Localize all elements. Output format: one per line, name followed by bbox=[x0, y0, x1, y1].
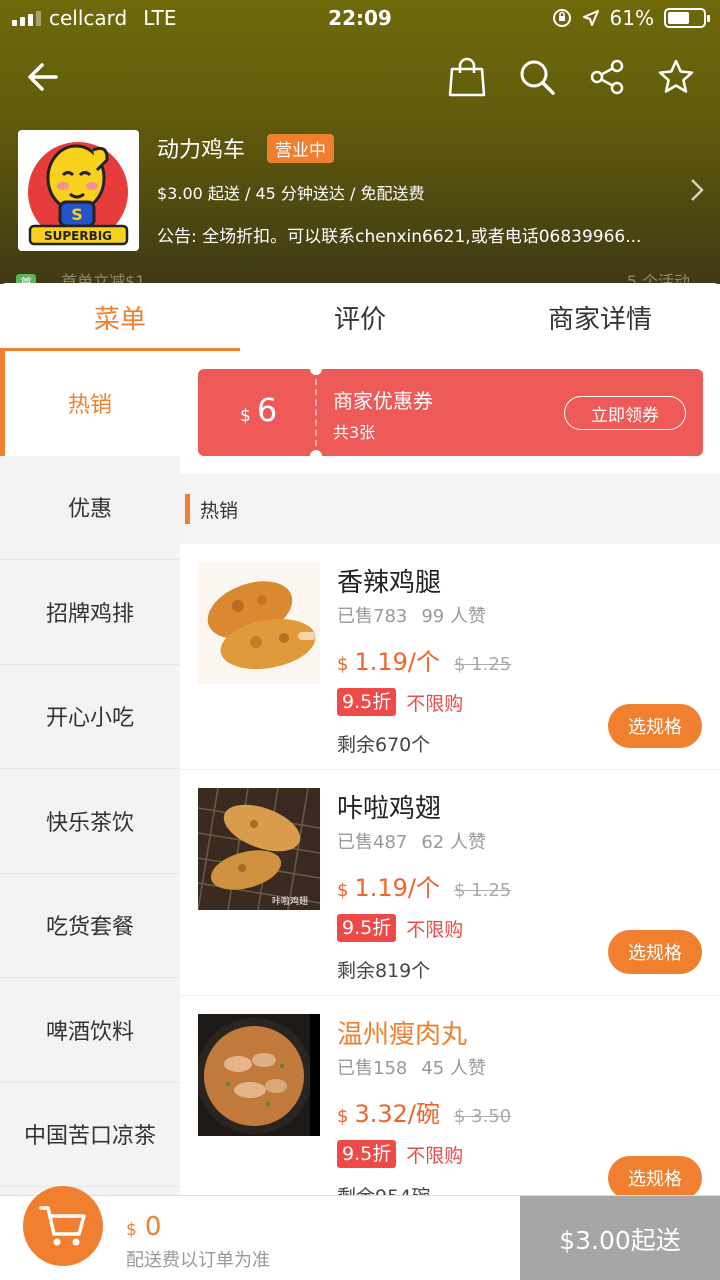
chevron-right-icon[interactable] bbox=[690, 178, 704, 202]
category-item-herbal-tea[interactable]: 中国苦口凉茶 bbox=[0, 1083, 180, 1187]
claim-coupon-button[interactable]: 立即领券 bbox=[564, 396, 686, 430]
tab-reviews[interactable]: 评价 bbox=[240, 283, 480, 351]
category-item-hot[interactable]: 热销 bbox=[0, 351, 180, 456]
cart-button[interactable] bbox=[23, 1186, 103, 1266]
minimum-order-button[interactable]: $3.00起送 bbox=[520, 1196, 720, 1280]
cart-bag-button[interactable] bbox=[442, 52, 492, 102]
cart-icon bbox=[39, 1206, 86, 1246]
shop-name: 动力鸡车 bbox=[157, 138, 246, 163]
shop-notice: 公告: 全场折扣。可以联系chenxin6621,或者电话06839966... bbox=[157, 227, 642, 247]
category-item-discount[interactable]: 优惠 bbox=[0, 456, 180, 560]
share-button[interactable] bbox=[582, 52, 632, 102]
coupon-count: 共3张 bbox=[333, 423, 376, 442]
category-item-combo-meals[interactable]: 吃货套餐 bbox=[0, 874, 180, 978]
purchase-limit: 不限购 bbox=[406, 918, 464, 941]
discount-badge: 9.5折 bbox=[337, 914, 397, 942]
back-button[interactable] bbox=[18, 52, 68, 102]
shop-coupon[interactable]: $ 6 商家优惠券 共3张 立即领券 bbox=[198, 363, 703, 462]
product-image[interactable] bbox=[198, 1014, 320, 1136]
product-name: 香辣鸡腿 bbox=[337, 568, 442, 598]
category-item-snacks[interactable]: 开心小吃 bbox=[0, 665, 180, 769]
share-icon bbox=[590, 59, 624, 95]
product-image[interactable] bbox=[198, 562, 320, 684]
section-title: 热销 bbox=[200, 499, 239, 522]
status-bar: cellcard LTE 22:09 61% bbox=[0, 0, 720, 38]
search-button[interactable] bbox=[512, 52, 562, 102]
product-image[interactable]: 咔啦鸡翅 bbox=[198, 788, 320, 910]
product-stats: 已售158 45 人赞 bbox=[337, 1058, 486, 1079]
status-badge: 营业中 bbox=[267, 134, 334, 163]
purchase-limit: 不限购 bbox=[406, 692, 464, 715]
coupon-amount: $ 6 bbox=[240, 391, 278, 429]
promo-count: 5 个活动 bbox=[626, 272, 690, 284]
product-stats: 已售783 99 人赞 bbox=[337, 606, 486, 627]
coupon-title: 商家优惠券 bbox=[333, 389, 433, 413]
delivery-fee-note: 配送费以订单为准 bbox=[126, 1250, 270, 1271]
svg-text:S: S bbox=[71, 205, 83, 224]
category-sidebar: 热销 优惠 招牌鸡排 开心小吃 快乐茶饮 吃货套餐 啤酒饮料 中国苦口凉茶 bbox=[0, 351, 180, 1195]
shop-header: cellcard LTE 22:09 61% S SUPERBIG 动力鸡车 营… bbox=[0, 0, 720, 284]
rotation-lock-icon bbox=[552, 9, 571, 27]
product-name: 温州瘦肉丸 bbox=[337, 1020, 468, 1050]
product-price: $ 3.32/碗 $ 3.50 bbox=[337, 1100, 512, 1128]
favorite-button[interactable] bbox=[651, 52, 701, 102]
cart-bar: $ 0 配送费以订单为准 $3.00起送 bbox=[0, 1186, 720, 1280]
svg-text:SUPERBIG: SUPERBIG bbox=[44, 229, 112, 243]
category-item-signature-chicken[interactable]: 招牌鸡排 bbox=[0, 560, 180, 665]
battery-icon bbox=[664, 8, 710, 28]
search-icon bbox=[520, 60, 555, 95]
discount-row: 9.5折 不限购 bbox=[337, 1140, 463, 1168]
product-stats: 已售487 62 人赞 bbox=[337, 832, 486, 853]
category-item-beer-drinks[interactable]: 啤酒饮料 bbox=[0, 978, 180, 1083]
purchase-limit: 不限购 bbox=[406, 1144, 464, 1167]
product-stock: 剩余670个 bbox=[337, 734, 431, 756]
discount-badge: 9.5折 bbox=[337, 1140, 397, 1168]
select-spec-button[interactable]: 选规格 bbox=[608, 704, 702, 748]
original-price: $ 1.25 bbox=[453, 880, 512, 901]
shop-delivery-info: $3.00 起送 / 45 分钟送达 / 免配送费 bbox=[157, 184, 425, 203]
shopping-bag-icon bbox=[448, 57, 486, 97]
svg-text:咔啦鸡翅: 咔啦鸡翅 bbox=[272, 895, 308, 907]
battery-percent: 61% bbox=[609, 6, 654, 30]
category-item-tea-drinks[interactable]: 快乐茶饮 bbox=[0, 769, 180, 874]
discount-badge: 9.5折 bbox=[337, 688, 397, 716]
section-header: 热销 bbox=[180, 474, 720, 544]
location-arrow-icon bbox=[582, 10, 599, 26]
tab-menu[interactable]: 菜单 bbox=[0, 283, 240, 351]
discount-row: 9.5折 不限购 bbox=[337, 914, 463, 942]
cart-total: $ 0 bbox=[126, 1212, 162, 1242]
select-spec-button[interactable]: 选规格 bbox=[608, 930, 702, 974]
original-price: $ 3.50 bbox=[453, 1106, 512, 1127]
tab-shop-details[interactable]: 商家详情 bbox=[480, 283, 720, 351]
product-name: 咔啦鸡翅 bbox=[337, 794, 442, 824]
product-price: $ 1.19/个 $ 1.25 bbox=[337, 648, 512, 676]
discount-row: 9.5折 不限购 bbox=[337, 688, 463, 716]
product-price: $ 1.19/个 $ 1.25 bbox=[337, 874, 512, 902]
original-price: $ 1.25 bbox=[453, 654, 512, 675]
shop-logo: S SUPERBIG bbox=[18, 130, 139, 251]
tab-bar: 菜单 评价 商家详情 bbox=[0, 283, 720, 351]
promo-row[interactable]: 首 首单立减$1 5 个活动 bbox=[16, 268, 706, 284]
product-item[interactable]: 咔啦鸡翅 咔啦鸡翅 已售487 62 人赞 $ 1.19/个 $ 1.25 9.5… bbox=[180, 770, 720, 996]
product-stock: 剩余819个 bbox=[337, 960, 431, 982]
star-icon bbox=[658, 59, 694, 93]
product-item[interactable]: 温州瘦肉丸 已售158 45 人赞 $ 3.32/碗 $ 3.50 9.5折 不限… bbox=[180, 996, 720, 1222]
back-arrow-icon bbox=[28, 63, 58, 91]
select-spec-button[interactable]: 选规格 bbox=[608, 1156, 702, 1200]
product-item[interactable]: 香辣鸡腿 已售783 99 人赞 $ 1.19/个 $ 1.25 9.5折 不限购… bbox=[180, 544, 720, 770]
